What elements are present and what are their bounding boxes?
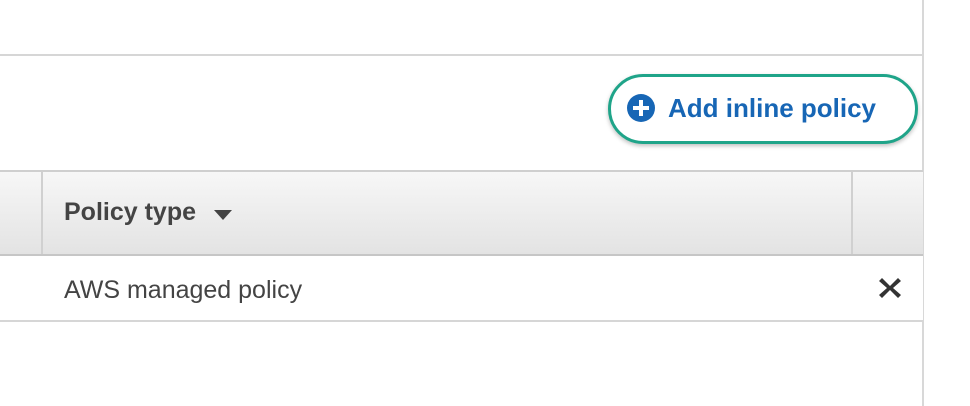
caret-down-icon[interactable]	[214, 209, 232, 220]
column-header-policy-type[interactable]: Policy type	[64, 198, 232, 227]
column-separator	[851, 172, 853, 254]
policy-type-cell: AWS managed policy	[64, 276, 303, 304]
plus-circle-icon	[627, 94, 655, 122]
table-row: AWS managed policy	[0, 256, 923, 322]
section-divider	[0, 54, 923, 56]
column-header-label: Policy type	[64, 198, 196, 226]
page: Add inline policy Policy type AWS manage…	[0, 0, 970, 406]
close-icon[interactable]	[876, 274, 904, 302]
table-header: Policy type	[0, 170, 923, 256]
column-separator	[41, 172, 43, 254]
add-inline-policy-label: Add inline policy	[668, 93, 877, 123]
add-inline-policy-button[interactable]: Add inline policy	[608, 74, 918, 144]
